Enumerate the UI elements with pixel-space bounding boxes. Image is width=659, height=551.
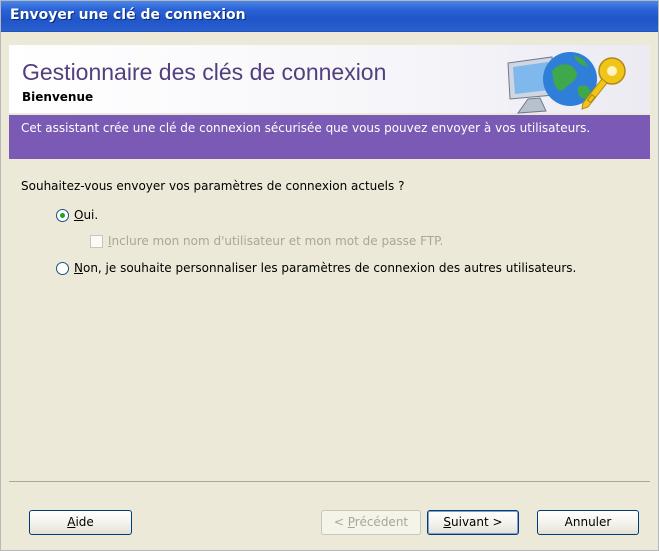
banner-text: Cet assistant crée une clé de connexion … [21, 121, 591, 135]
header-illustration [507, 52, 626, 114]
dialog-window: Envoyer une clé de connexion Gestionnair… [0, 0, 659, 551]
header-subtitle: Bienvenue [22, 90, 94, 104]
info-banner: Cet assistant crée une clé de connexion … [9, 115, 650, 159]
back-button[interactable]: < Précédent [321, 510, 421, 535]
include-credentials-checkbox[interactable] [90, 235, 103, 248]
title-bar[interactable]: Envoyer une clé de connexion [1, 1, 658, 32]
next-button[interactable]: Suivant > [427, 510, 519, 535]
help-button[interactable]: Aide [29, 510, 132, 535]
wizard-footer: Aide < Précédent Suivant > Annuler [9, 481, 650, 544]
include-credentials-label[interactable]: Inclure mon nom d'utilisateur et mon mot… [108, 234, 443, 248]
radio-yes[interactable] [56, 209, 69, 222]
radio-customize-label[interactable]: Non, je souhaite personnaliser les param… [74, 261, 576, 275]
question-label: Souhaitez-vous envoyer vos paramètres de… [21, 179, 405, 193]
radio-customize[interactable] [56, 262, 69, 275]
wizard-content: Souhaitez-vous envoyer vos paramètres de… [9, 159, 650, 479]
cancel-button[interactable]: Annuler [537, 510, 639, 535]
wizard-header: Gestionnaire des clés de connexion Bienv… [9, 45, 650, 114]
window-title: Envoyer une clé de connexion [10, 7, 246, 23]
radio-yes-label[interactable]: Oui. [74, 208, 98, 222]
header-title: Gestionnaire des clés de connexion [22, 59, 387, 85]
